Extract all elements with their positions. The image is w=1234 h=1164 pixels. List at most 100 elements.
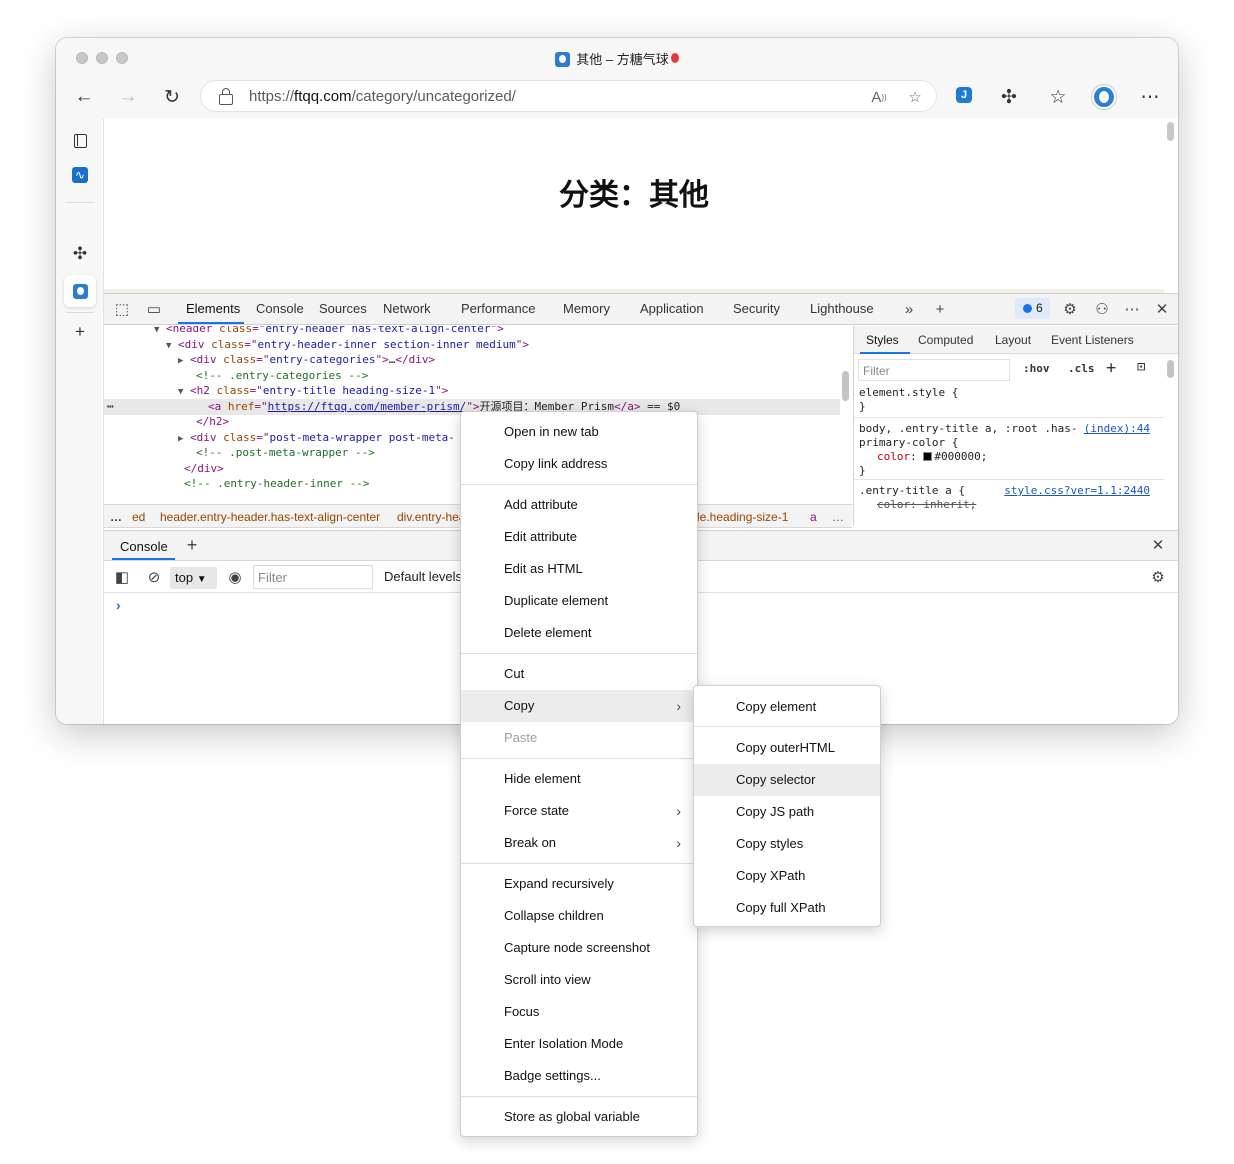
add-tab-icon[interactable]: + <box>930 299 950 319</box>
dom-node-row[interactable]: ▼ <div class="entry-header-inner section-… <box>104 337 840 353</box>
color-swatch[interactable] <box>923 452 933 461</box>
tab-event-listeners[interactable]: Event Listeners <box>1051 333 1134 347</box>
menu-item-focus[interactable]: Focus <box>461 996 697 1028</box>
add-icon[interactable]: + <box>64 316 96 348</box>
profile-avatar[interactable] <box>1092 85 1116 109</box>
refresh-icon[interactable]: ↻ <box>158 83 186 111</box>
menu-item-add-attribute[interactable]: Add attribute <box>461 489 697 521</box>
add-drawer-tab-icon[interactable]: + <box>182 535 202 555</box>
tab-elements[interactable]: Elements <box>186 301 240 316</box>
close-drawer-icon[interactable]: ✕ <box>1148 535 1168 555</box>
tab-security[interactable]: Security <box>733 301 780 316</box>
live-expression-eye-icon[interactable]: ◉ <box>225 567 245 587</box>
menu-item-edit-attribute[interactable]: Edit attribute <box>461 521 697 553</box>
menu-item-enter-isolation-mode[interactable]: Enter Isolation Mode <box>461 1028 697 1060</box>
performance-icon[interactable]: ∿ <box>64 159 96 191</box>
submenu-item-copy-full-xpath[interactable]: Copy full XPath <box>694 892 880 924</box>
source-link[interactable]: style.css?ver=1.1:2440 <box>1004 484 1150 498</box>
submenu-item-copy-element[interactable]: Copy element <box>694 691 880 723</box>
tab-application[interactable]: Application <box>640 301 704 316</box>
breadcrumb-overflow[interactable]: … <box>832 510 844 524</box>
menu-item-duplicate-element[interactable]: Duplicate element <box>461 585 697 617</box>
console-settings-gear-icon[interactable]: ⚙ <box>1148 567 1168 587</box>
dom-node-row[interactable]: ▼ <h2 class="entry-title heading-size-1"> <box>104 383 840 399</box>
styles-scrollbar[interactable] <box>1167 360 1174 378</box>
dom-node-row[interactable]: <!-- .entry-categories --> <box>104 368 840 384</box>
inspect-element-icon[interactable]: ⬚ <box>112 299 132 319</box>
menu-item-force-state[interactable]: Force state › <box>461 795 697 827</box>
breadcrumb-item[interactable]: itle.heading-size-1 <box>691 510 788 524</box>
expand-toggle-icon[interactable]: ▼ <box>178 384 190 399</box>
tab-memory[interactable]: Memory <box>563 301 610 316</box>
dom-node-row[interactable]: ▼ <header class="entry-header has-text-al… <box>104 326 840 337</box>
console-filter-input[interactable]: Filter <box>253 565 373 589</box>
extensions-icon[interactable]: ✣ <box>995 83 1023 111</box>
issues-badge[interactable]: 6 <box>1015 298 1050 319</box>
lock-icon[interactable] <box>219 88 233 105</box>
submenu-item-copy-styles[interactable]: Copy styles <box>694 828 880 860</box>
dom-node-row[interactable]: ▶ <div class="entry-categories">…</div> <box>104 352 840 368</box>
address-bar[interactable]: https://ftqq.com/category/uncategorized/… <box>200 80 937 112</box>
more-tabs-icon[interactable]: » <box>899 299 919 319</box>
more-icon[interactable]: ⋯ <box>1136 83 1164 111</box>
tab-actions-icon[interactable] <box>64 125 96 157</box>
menu-item-cut[interactable]: Cut <box>461 658 697 690</box>
submenu-item-copy-outerhtml[interactable]: Copy outerHTML <box>694 732 880 764</box>
source-link[interactable]: (index):44 <box>1084 422 1150 436</box>
tab-sources[interactable]: Sources <box>319 301 367 316</box>
menu-item-break-on[interactable]: Break on › <box>461 827 697 859</box>
menu-item-scroll-into-view[interactable]: Scroll into view <box>461 964 697 996</box>
breadcrumb-item[interactable]: header.entry-header.has-text-align-cente… <box>160 510 380 524</box>
menu-item-store-as-global-variable[interactable]: Store as global variable <box>461 1101 697 1133</box>
breadcrumb-item[interactable]: ed <box>132 510 145 524</box>
breadcrumb-item[interactable]: div.entry-hea <box>397 510 465 524</box>
menu-item-expand-recursively[interactable]: Expand recursively <box>461 868 697 900</box>
menu-item-hide-element[interactable]: Hide element <box>461 763 697 795</box>
extensions-icon[interactable]: ✣ <box>64 238 96 270</box>
expand-toggle-icon[interactable]: ▶ <box>178 431 190 446</box>
dom-scrollbar[interactable] <box>842 371 849 401</box>
settings-gear-icon[interactable]: ⚙ <box>1060 299 1080 319</box>
url-text[interactable]: https://ftqq.com/category/uncategorized/ <box>249 88 516 105</box>
add-favorite-icon[interactable]: ☆ <box>903 85 927 109</box>
breadcrumb-item[interactable]: a <box>810 510 817 524</box>
menu-item-collapse-children[interactable]: Collapse children <box>461 900 697 932</box>
favorites-icon[interactable]: ☆ <box>1044 83 1072 111</box>
menu-item-paste[interactable]: Paste <box>461 722 697 754</box>
customize-icon[interactable]: ⚇ <box>1092 299 1112 319</box>
tab-lighthouse[interactable]: Lighthouse <box>810 301 874 316</box>
menu-item-capture-node-screenshot[interactable]: Capture node screenshot <box>461 932 697 964</box>
extension-j-icon[interactable]: J <box>956 87 972 103</box>
new-rule-icon[interactable]: + <box>1106 358 1116 378</box>
close-devtools-icon[interactable]: ✕ <box>1152 299 1172 319</box>
submenu-item-copy-selector[interactable]: Copy selector <box>694 764 880 796</box>
back-icon[interactable]: ← <box>70 83 98 111</box>
hov-toggle[interactable]: :hov <box>1023 362 1050 375</box>
tab-layout[interactable]: Layout <box>995 333 1031 347</box>
log-levels-dropdown[interactable]: Default levels <box>384 569 462 584</box>
tab-performance[interactable]: Performance <box>461 301 535 316</box>
tab-network[interactable]: Network <box>383 301 431 316</box>
submenu-item-copy-xpath[interactable]: Copy XPath <box>694 860 880 892</box>
menu-item-copy-link-address[interactable]: Copy link address <box>461 448 697 480</box>
tab-styles[interactable]: Styles <box>866 333 899 347</box>
read-aloud-icon[interactable]: A)) <box>867 85 891 109</box>
device-emulation-icon[interactable]: ▭ <box>144 299 164 319</box>
tab-console-drawer[interactable]: Console <box>120 539 168 554</box>
console-prompt[interactable]: › <box>116 597 121 613</box>
submenu-item-copy-js-path[interactable]: Copy JS path <box>694 796 880 828</box>
node-actions-ellipsis[interactable]: ⋯ <box>107 399 114 415</box>
cls-toggle[interactable]: .cls <box>1068 362 1095 375</box>
context-select[interactable]: top ▼ <box>170 567 217 589</box>
console-sidebar-icon[interactable]: ◧ <box>112 567 132 587</box>
styles-filter-input[interactable]: Filter <box>858 359 1010 381</box>
breadcrumb-overflow[interactable]: … <box>110 510 122 524</box>
expand-toggle-icon[interactable]: ▼ <box>166 338 178 353</box>
expand-toggle-icon[interactable]: ▼ <box>154 326 166 337</box>
toggle-sidebar-icon[interactable]: ⊡ <box>1137 359 1145 375</box>
site-favicon-icon[interactable] <box>64 275 96 307</box>
forward-icon[interactable]: → <box>114 83 142 111</box>
tab-console[interactable]: Console <box>256 301 304 316</box>
menu-item-copy[interactable]: Copy › <box>461 690 697 722</box>
tab-computed[interactable]: Computed <box>918 333 973 347</box>
